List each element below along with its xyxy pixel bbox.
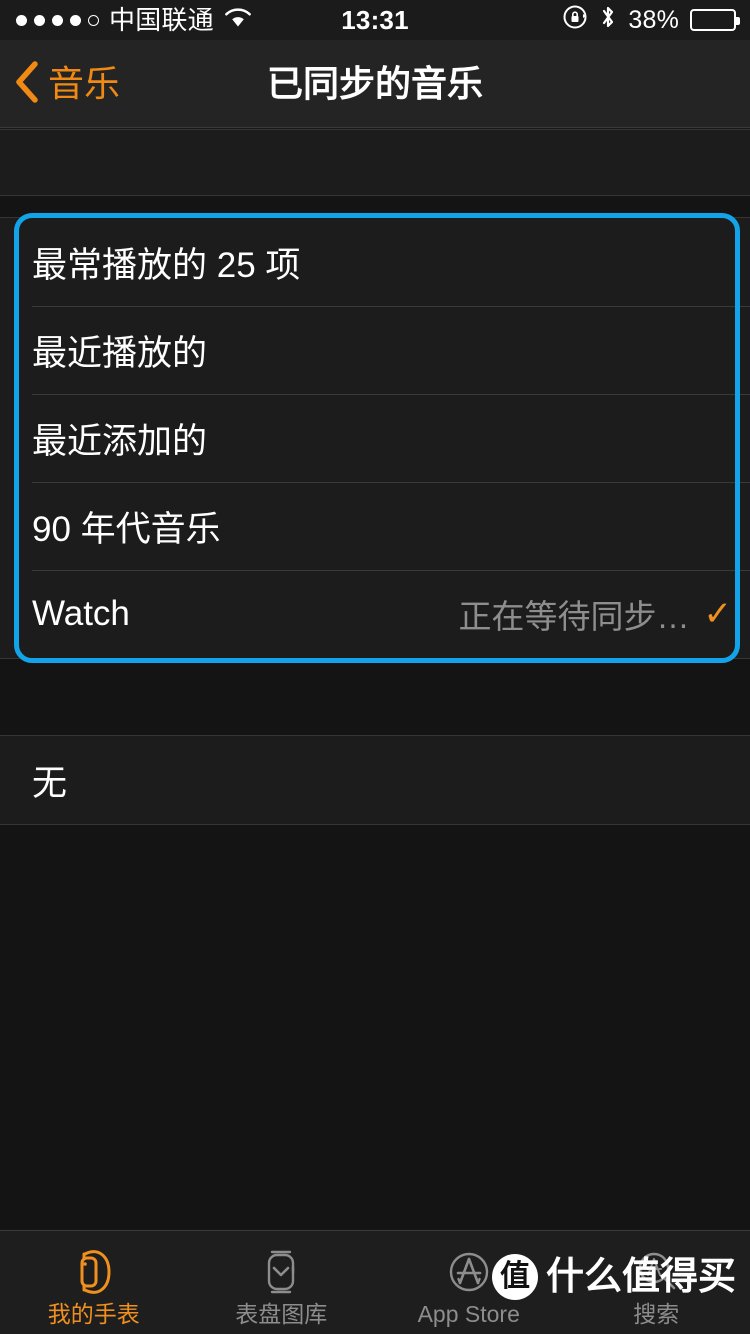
bluetooth-icon [599, 3, 617, 38]
rotation-lock-icon [562, 4, 588, 37]
tab-face-gallery[interactable]: 表盘图库 [188, 1231, 376, 1334]
none-row[interactable]: 无 [0, 736, 750, 824]
phone-screen: 中国联通 13:31 38% 音乐 已同步的音乐 最常播放的 25 项 最近播放… [0, 0, 750, 1334]
navigation-bar: 音乐 已同步的音乐 [0, 40, 750, 128]
synced-music-list: 最常播放的 25 项最近播放的最近添加的 90 年代音乐 Watch 正在等待同步… ✓ [0, 217, 750, 659]
tab-label: App Store [417, 1301, 520, 1327]
tab-label: 搜索 [633, 1301, 680, 1327]
sync-list-row-title: 90 年代音乐 [32, 509, 221, 549]
sync-list-row-title: 最近播放的 [32, 333, 208, 373]
watch-face-gallery-icon [256, 1245, 306, 1299]
battery-icon [690, 9, 740, 31]
sync-list-row[interactable]: Watch 正在等待同步… ✓ [0, 570, 750, 658]
sync-list-row-title: 最常播放的 25 项 [32, 245, 301, 285]
tab-search[interactable]: 搜索 [563, 1231, 750, 1334]
sync-list-row-title: 最近添加的 [32, 421, 208, 461]
settings-content: 最常播放的 25 项最近播放的最近添加的 90 年代音乐 Watch 正在等待同步… ✓… [0, 129, 750, 1230]
search-icon [631, 1245, 681, 1299]
sync-status-label: 正在等待同步… [458, 598, 690, 635]
page-title: 已同步的音乐 [266, 63, 483, 104]
checkmark-icon: ✓ [703, 595, 733, 633]
battery-percent-label: 38% [628, 5, 679, 34]
sync-list-row[interactable]: 90 年代音乐 [0, 482, 750, 570]
watch-side-icon [69, 1245, 119, 1299]
app-store-icon [444, 1245, 494, 1299]
tab-my-watch[interactable]: 我的手表 [0, 1231, 188, 1334]
tab-bar: 我的手表 表盘图库 App Store 搜索 [0, 1230, 750, 1334]
status-bar-right: 38% [562, 3, 740, 38]
none-row-title: 无 [32, 763, 68, 803]
sync-list-row-title: Watch [32, 594, 130, 633]
sync-list-row[interactable]: 最常播放的 25 项 [0, 218, 750, 306]
none-section: 无 [0, 735, 750, 825]
status-bar: 中国联通 13:31 38% [0, 0, 750, 40]
sync-list-row[interactable]: 最近添加的 [0, 394, 750, 482]
tab-app-store[interactable]: App Store [375, 1231, 563, 1334]
tab-label: 我的手表 [47, 1301, 140, 1327]
empty-group [0, 129, 750, 196]
sync-list-row[interactable]: 最近播放的 [0, 306, 750, 394]
tab-label: 表盘图库 [235, 1301, 328, 1327]
